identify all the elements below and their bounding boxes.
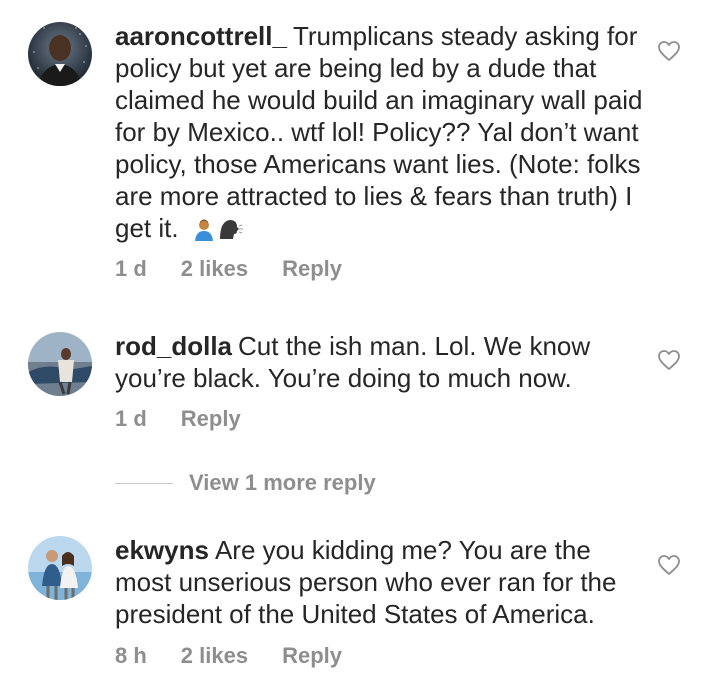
view-more-replies-label[interactable]: View 1 more reply xyxy=(189,470,376,496)
divider xyxy=(115,482,173,484)
reply-button[interactable]: Reply xyxy=(181,406,241,432)
speaking-head-emoji-icon xyxy=(218,216,244,248)
avatar[interactable] xyxy=(28,22,92,86)
comment-body: ekwyns Are you kidding me? You are the mo… xyxy=(115,534,645,630)
reply-button[interactable]: Reply xyxy=(282,256,342,282)
comment-text: Trumplicans steady asking for policy but… xyxy=(115,21,643,243)
heart-outline-icon[interactable] xyxy=(657,349,681,371)
reply-button[interactable]: Reply xyxy=(282,643,342,669)
comment-time: 1 d xyxy=(115,406,147,431)
person-shrugging-emoji-icon xyxy=(192,216,216,248)
comment-meta: 1 d 2 likes Reply xyxy=(115,256,376,282)
avatar[interactable] xyxy=(28,536,92,600)
comment-meta: 8 h 2 likes Reply xyxy=(115,643,376,669)
comment-username[interactable]: ekwyns xyxy=(115,535,209,565)
comment-likes[interactable]: 2 likes xyxy=(181,256,248,282)
comment-time: 1 d xyxy=(115,256,147,281)
avatar[interactable] xyxy=(28,332,92,396)
comment-body: aaroncottrell_ Trumplicans steady asking … xyxy=(115,20,645,248)
comment-username[interactable]: rod_dolla xyxy=(115,331,232,361)
heart-outline-icon[interactable] xyxy=(657,40,681,62)
comment-time: 8 h xyxy=(115,643,147,668)
comment-likes[interactable]: 2 likes xyxy=(181,643,248,669)
comment-username[interactable]: aaroncottrell_ xyxy=(115,21,287,51)
comment-meta: 1 d Reply xyxy=(115,406,275,432)
view-more-replies[interactable]: View 1 more reply xyxy=(115,468,376,498)
comment-body: rod_dolla Cut the ish man. Lol. We know y… xyxy=(115,330,645,394)
heart-outline-icon[interactable] xyxy=(657,554,681,576)
